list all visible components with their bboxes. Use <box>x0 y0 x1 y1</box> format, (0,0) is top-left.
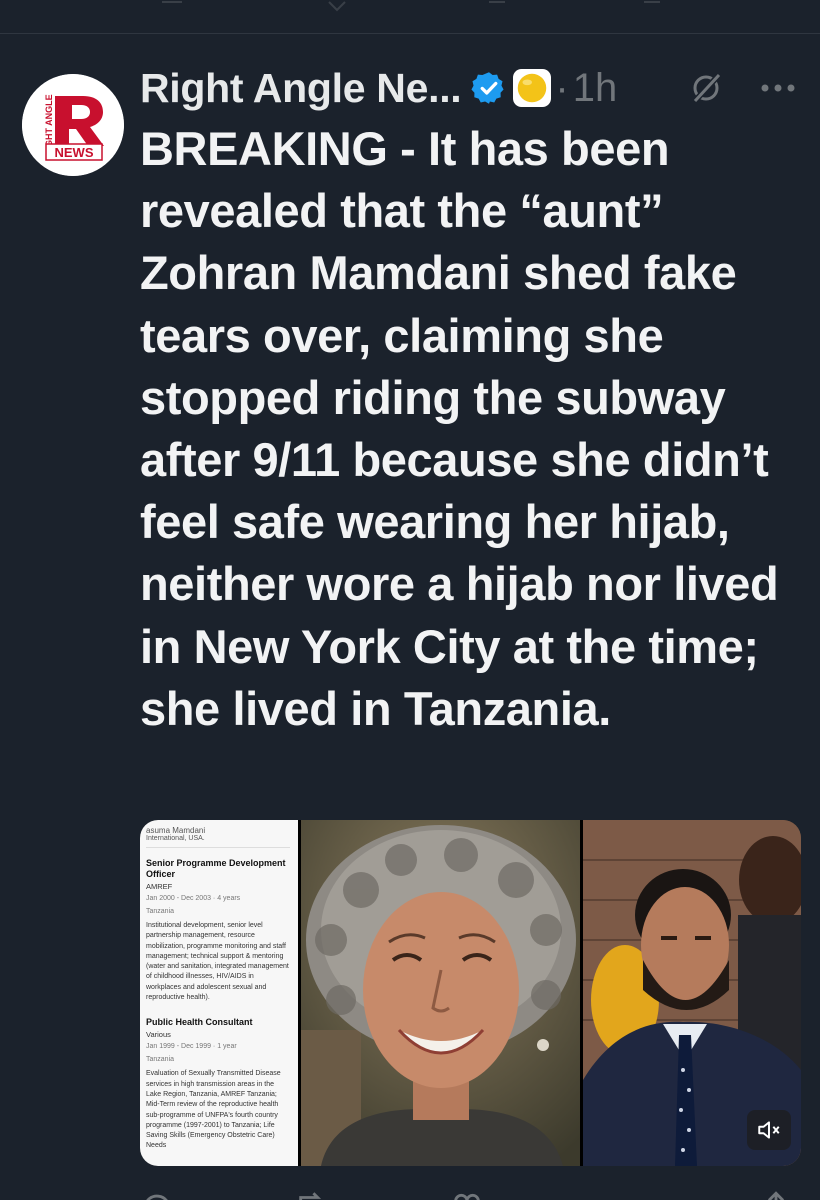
views-button[interactable] <box>604 1189 646 1200</box>
share-icon <box>767 1191 785 1200</box>
resume-entry-description: Institutional development, senior level … <box>146 922 289 1002</box>
repost-button[interactable] <box>295 1189 337 1200</box>
resume-location: International, USA. <box>146 835 290 848</box>
media-image-man-in-suit[interactable] <box>583 820 801 1166</box>
resume-entry-org: Various <box>146 1030 171 1040</box>
woman-portrait-illustration <box>301 820 580 1166</box>
like-button[interactable] <box>450 1189 492 1200</box>
post[interactable]: RIGHT ANGLE NEWS Right Angle Ne... · 1h <box>0 34 820 1200</box>
resume-entry-title: Public Health Consultant <box>146 1017 253 1028</box>
media-image-portrait-woman[interactable] <box>301 820 580 1166</box>
right-angle-news-logo: RIGHT ANGLE NEWS <box>22 74 124 176</box>
resume-entry-dates: Jan 2000 - Dec 2003 · 4 years <box>146 895 241 902</box>
more-icon[interactable] <box>756 70 800 106</box>
yellow-circle-emoji-icon <box>513 69 552 107</box>
post-header: Right Angle Ne... · 1h <box>140 60 800 116</box>
resume-entry-title: Senior Programme Development Officer <box>146 858 286 879</box>
reply-icon <box>146 1194 168 1200</box>
mute-icon <box>758 1121 780 1139</box>
media-image-resume[interactable]: asuma Mamdani International, USA. Senior… <box>140 820 298 1166</box>
repost-icon <box>299 1192 321 1200</box>
post-time[interactable]: 1h <box>573 66 618 111</box>
resume-entry-description: Evaluation of Sexually Transmitted Disea… <box>146 1070 281 1150</box>
author-avatar[interactable]: RIGHT ANGLE NEWS <box>22 74 124 176</box>
author-name[interactable]: Right Angle Ne... <box>140 65 462 112</box>
like-icon[interactable] <box>485 0 509 14</box>
mute-button[interactable] <box>747 1110 791 1150</box>
resume-entry-org: AMREF <box>146 882 173 891</box>
post-text: BREAKING - It has been revealed that the… <box>140 122 779 735</box>
grok-icon[interactable] <box>688 70 724 106</box>
share-button[interactable] <box>759 1189 801 1200</box>
resume-entry-dates: Jan 1999 - Dec 1999 · 1 year <box>146 1043 237 1051</box>
previous-post-action-bar <box>0 0 820 34</box>
post-action-bar <box>140 1186 801 1200</box>
resume-entry-place: Tanzania <box>146 908 175 915</box>
views-icon <box>604 1189 638 1200</box>
like-icon <box>453 1193 480 1200</box>
resume-name: asuma Mamdani <box>146 826 206 835</box>
resume-entry-place: Tanzania <box>146 1056 175 1064</box>
verified-badge-icon[interactable] <box>471 70 507 106</box>
views-icon[interactable] <box>640 0 664 14</box>
retweet-icon[interactable] <box>325 0 349 14</box>
reply-button[interactable] <box>140 1189 182 1200</box>
svg-text:NEWS: NEWS <box>55 145 94 160</box>
post-media[interactable]: asuma Mamdani International, USA. Senior… <box>140 820 801 1166</box>
reply-icon[interactable] <box>160 0 184 14</box>
header-separator: · <box>555 65 569 110</box>
